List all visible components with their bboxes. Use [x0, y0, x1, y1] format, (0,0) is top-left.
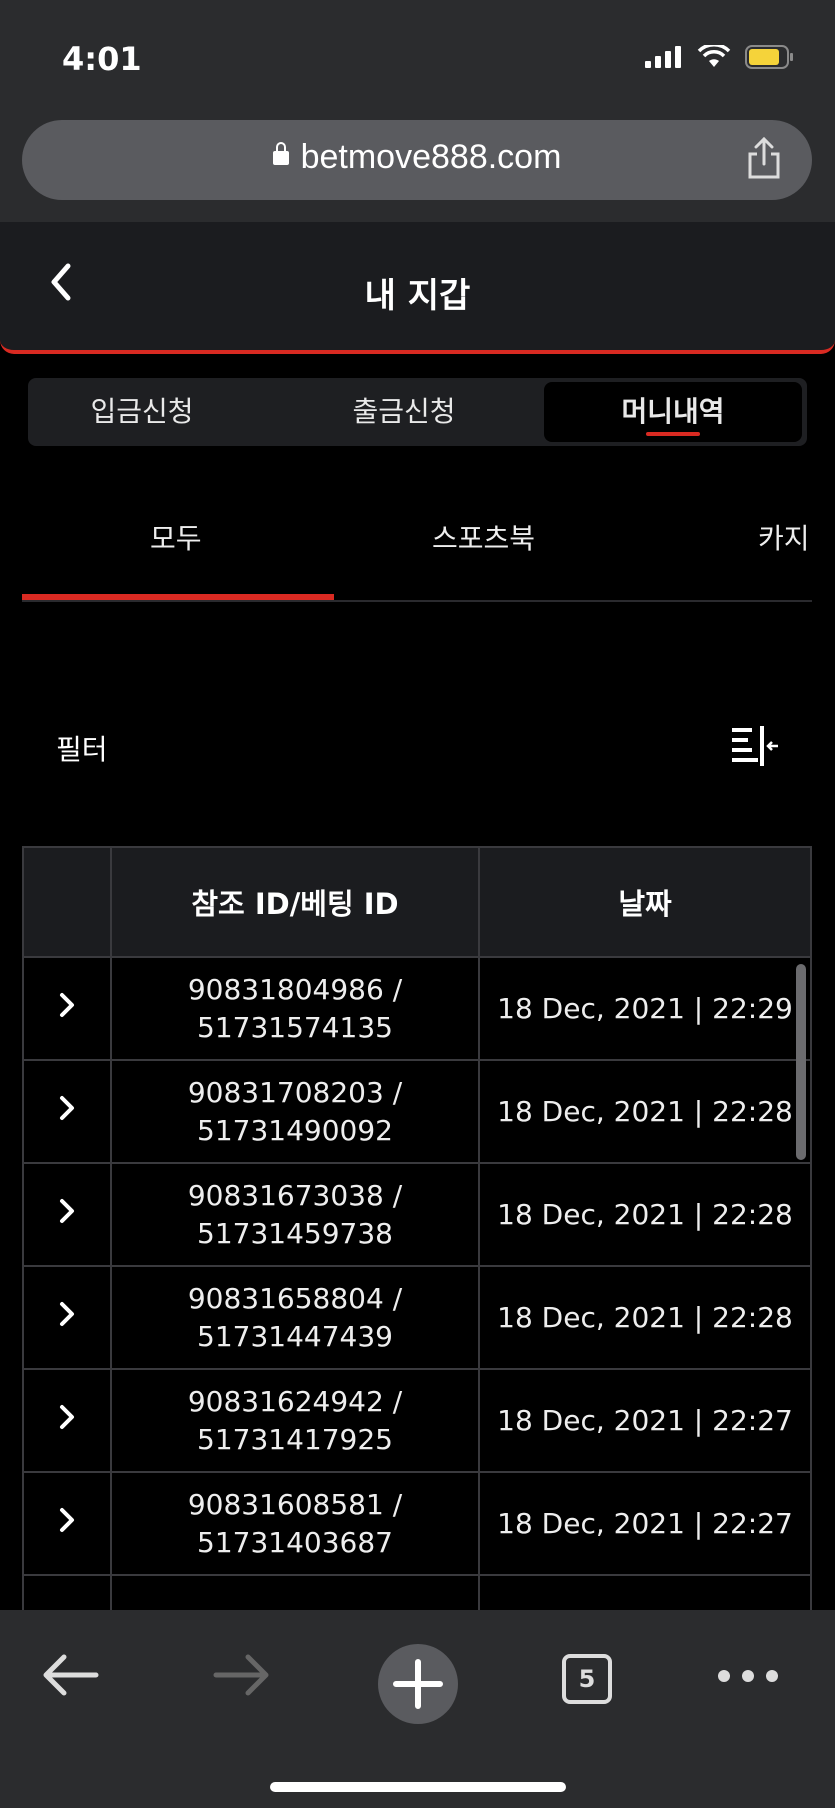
ref-id: 90831624942 / — [187, 1384, 403, 1418]
address-bar[interactable]: betmove888.com — [22, 120, 812, 200]
expand-row-button[interactable] — [22, 1574, 112, 1610]
expand-row-button[interactable] — [22, 956, 112, 1061]
bet-id: 51731574135 — [197, 1010, 393, 1044]
browser-forward-icon[interactable] — [212, 1650, 272, 1700]
bet-id: 51731490092 — [197, 1113, 393, 1147]
expand-row-button[interactable] — [22, 1059, 112, 1164]
date-cell: 18 Dec, 2021 | 22:29 — [478, 956, 812, 1061]
date-cell: 18 Dec, 2021 | 22:28 — [478, 1162, 812, 1267]
column-header-date: 날짜 — [478, 846, 812, 958]
date-cell: 18 Dec, 2021 | 22:27 — [478, 1471, 812, 1576]
filter-label: 필터 — [56, 733, 108, 766]
app-header: 내 지갑 — [0, 222, 835, 354]
chevron-right-icon — [60, 1302, 74, 1326]
expand-row-button[interactable] — [22, 1471, 112, 1576]
home-indicator — [270, 1782, 566, 1792]
table-row[interactable]: 90831658804 / 51731447439 18 Dec, 2021 | … — [22, 1265, 812, 1370]
browser-bottom-bar: 5 — [0, 1610, 835, 1808]
table-row[interactable]: 90831673038 / 51731459738 18 Dec, 2021 | … — [22, 1162, 812, 1267]
date-cell — [478, 1574, 812, 1610]
bet-id: 51731417925 — [197, 1422, 393, 1456]
browser-back-icon[interactable] — [40, 1650, 100, 1700]
category-tabs: 모두 스포츠북 카지 — [22, 495, 812, 602]
expand-column-header — [22, 846, 112, 958]
expand-row-button[interactable] — [22, 1368, 112, 1473]
chevron-right-icon — [60, 993, 74, 1017]
ref-id: 90831708203 / — [187, 1075, 403, 1109]
wifi-icon — [697, 45, 731, 67]
ref-bet-id-cell: 90831572866 / — [110, 1574, 480, 1610]
ref-bet-id-cell: 90831673038 / 51731459738 — [110, 1162, 480, 1267]
money-history-table: 참조 ID/베팅 ID 날짜 90831804986 / 51731574135 … — [22, 846, 812, 1610]
table-scrollbar[interactable] — [796, 964, 806, 1160]
ref-bet-id-cell: 90831658804 / 51731447439 — [110, 1265, 480, 1370]
bet-id: 51731459738 — [197, 1216, 393, 1250]
bet-id: 51731447439 — [197, 1319, 393, 1353]
chevron-right-icon — [60, 1405, 74, 1429]
chevron-right-icon — [60, 1508, 74, 1532]
ref-id: 90831658804 / — [187, 1281, 403, 1315]
tab-withdraw-request[interactable]: 출금신청 — [290, 378, 518, 446]
date-cell: 18 Dec, 2021 | 22:28 — [478, 1059, 812, 1164]
tab-casino[interactable]: 카지 — [758, 517, 810, 557]
table-row[interactable]: 90831608581 / 51731403687 18 Dec, 2021 | … — [22, 1471, 812, 1576]
tab-money-history[interactable]: 머니내역 — [544, 382, 802, 442]
share-icon[interactable] — [746, 136, 782, 180]
table-row[interactable]: 90831572866 / — [22, 1574, 812, 1610]
expand-row-button[interactable] — [22, 1265, 112, 1370]
browser-top-bar: 4:01 betmove888.com — [0, 0, 835, 222]
ref-id: 90831608581 / — [187, 1487, 403, 1521]
bet-id: 51731403687 — [197, 1525, 393, 1559]
tab-all[interactable]: 모두 — [150, 517, 202, 557]
ref-bet-id-cell: 90831804986 / 51731574135 — [110, 956, 480, 1061]
more-options-icon[interactable] — [716, 1668, 780, 1684]
ref-bet-id-cell: 90831708203 / 51731490092 — [110, 1059, 480, 1164]
filter-toggle-icon[interactable] — [732, 726, 780, 766]
tab-sportsbook[interactable]: 스포츠북 — [432, 517, 535, 557]
expand-row-button[interactable] — [22, 1162, 112, 1267]
table-row[interactable]: 90831804986 / 51731574135 18 Dec, 2021 | … — [22, 956, 812, 1061]
category-active-indicator — [22, 594, 334, 600]
ref-bet-id-cell: 90831624942 / 51731417925 — [110, 1368, 480, 1473]
tabs-count-button[interactable]: 5 — [562, 1654, 612, 1704]
wallet-segment-tabs: 입금신청 출금신청 머니내역 — [28, 378, 807, 446]
tab-deposit-request[interactable]: 입금신청 — [28, 378, 256, 446]
active-tab-indicator — [646, 432, 700, 436]
column-header-ref-id: 참조 ID/베팅 ID — [110, 846, 480, 958]
tab-money-history-label: 머니내역 — [621, 395, 725, 428]
table-row[interactable]: 90831624942 / 51731417925 18 Dec, 2021 | … — [22, 1368, 812, 1473]
status-icons — [645, 45, 795, 69]
signal-icon — [645, 46, 681, 68]
lock-icon — [272, 142, 289, 165]
page-title: 내 지갑 — [364, 276, 471, 316]
date-cell: 18 Dec, 2021 | 22:27 — [478, 1368, 812, 1473]
tab-count: 5 — [578, 1665, 596, 1693]
ref-id: 90831673038 / — [187, 1178, 403, 1212]
ref-bet-id-cell: 90831608581 / 51731403687 — [110, 1471, 480, 1576]
url-text: betmove888.com — [300, 138, 562, 176]
ref-id: 90831804986 / — [187, 972, 403, 1006]
chevron-right-icon — [60, 1199, 74, 1223]
date-cell: 18 Dec, 2021 | 22:28 — [478, 1265, 812, 1370]
status-time: 4:01 — [62, 40, 142, 78]
new-tab-icon[interactable] — [376, 1642, 460, 1726]
table-header-row: 참조 ID/베팅 ID 날짜 — [22, 846, 812, 958]
table-row[interactable]: 90831708203 / 51731490092 18 Dec, 2021 | … — [22, 1059, 812, 1164]
chevron-right-icon — [60, 1096, 74, 1120]
battery-icon — [745, 45, 793, 69]
